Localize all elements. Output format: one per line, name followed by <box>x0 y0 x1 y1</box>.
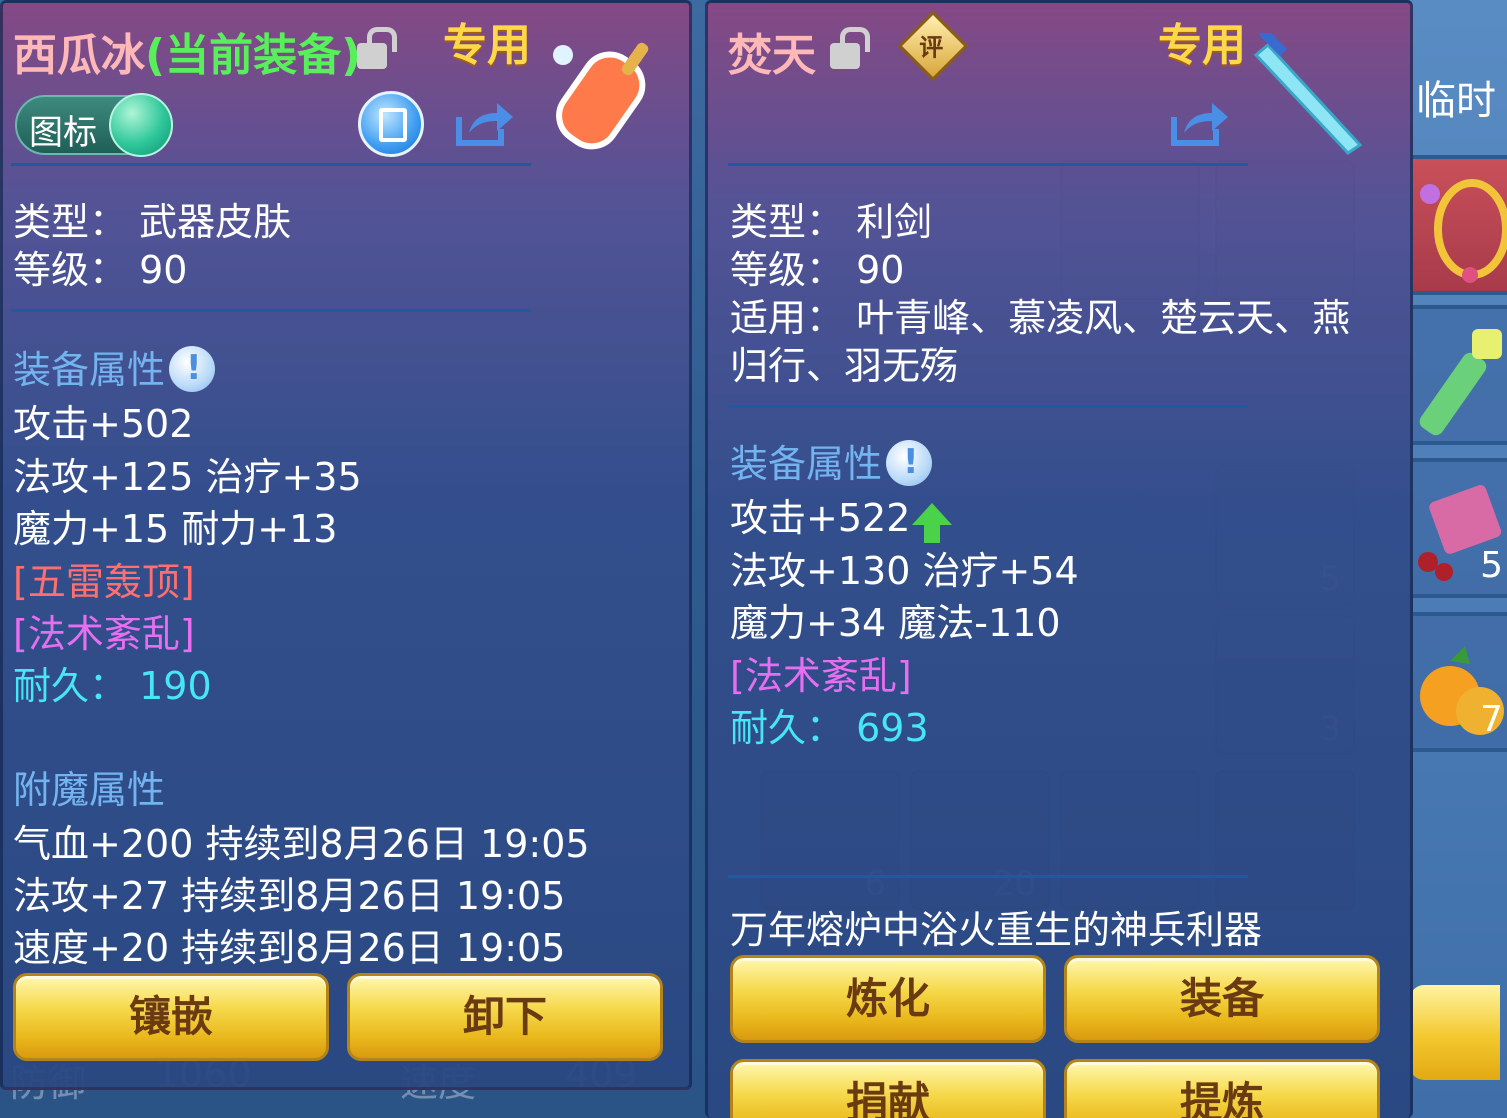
up-arrow-icon <box>912 503 953 543</box>
divider <box>11 309 531 312</box>
item-name: 焚天 <box>728 30 816 81</box>
lock-open-icon[interactable] <box>830 27 870 69</box>
popsicle-weapon-skin-icon <box>553 42 649 150</box>
stat-line: 攻击+502 <box>13 402 194 446</box>
durability: 耐久： 190 <box>13 655 212 710</box>
inventory-slot-gift[interactable]: 5 <box>1410 458 1507 598</box>
stat-line: 魔力+15 耐力+13 <box>13 507 338 551</box>
item-applicable-cont: 归行、羽无殇 <box>730 344 959 388</box>
exclusive-tag: 专用 <box>1158 20 1246 71</box>
item-name: 西瓜冰 <box>13 30 145 81</box>
exclusive-tag: 专用 <box>443 20 531 71</box>
special-effect: [法术紊乱] <box>13 612 195 656</box>
info-icon[interactable] <box>169 345 216 392</box>
attributes-header-label: 装备属性 <box>13 348 166 392</box>
inlay-button[interactable]: 镶嵌 <box>13 973 329 1061</box>
share-icon[interactable] <box>1170 99 1230 147</box>
attack-stat: 攻击+522 <box>730 496 911 540</box>
toggle-knob <box>109 93 173 157</box>
strip-action-button[interactable] <box>1410 985 1500 1080</box>
stat-line: 攻击+522 <box>730 487 953 543</box>
special-effect: [法术紊乱] <box>730 654 912 698</box>
divider <box>11 163 531 166</box>
extract-button[interactable]: 提炼 <box>1064 1059 1380 1118</box>
donate-button[interactable]: 捐献 <box>730 1059 1046 1118</box>
wardrobe-icon <box>379 108 407 142</box>
enchant-line: 气血+200 持续到8月26日 19:05 <box>13 822 590 866</box>
enchant-line: 速度+20 持续到8月26日 19:05 <box>13 926 566 970</box>
durability: 耐久： 693 <box>730 697 929 752</box>
current-equipped-tag: (当前装备) <box>145 30 362 81</box>
attributes-header: 装备属性 <box>13 339 216 396</box>
compare-item-panel: 焚天 评 专用 类型： 利剑 等级： 90 适用： 叶青峰、慕凌风、楚云天、燕 … <box>705 0 1413 1118</box>
necklace-icon <box>1420 179 1507 283</box>
item-description: 万年熔炉中浴火重生的神兵利器 <box>730 908 1263 952</box>
enchant-header: 附魔属性 <box>13 768 166 812</box>
info-icon[interactable] <box>886 439 933 486</box>
inventory-slot-orange[interactable]: 7 <box>1410 612 1507 752</box>
ice-sword-icon <box>1253 33 1363 155</box>
item-applicable: 适用： 叶青峰、慕凌风、楚云天、燕 <box>730 296 1351 340</box>
durability-value: 190 <box>139 664 212 708</box>
lock-open-icon[interactable] <box>357 27 397 69</box>
stat-line: 法攻+125 治疗+35 <box>13 455 362 499</box>
share-icon[interactable] <box>455 99 515 147</box>
divider <box>728 163 1248 166</box>
stat-line: 法攻+130 治疗+54 <box>730 549 1079 593</box>
durability-label: 耐久： <box>13 664 128 708</box>
enchant-line: 法攻+27 持续到8月26日 19:05 <box>13 874 566 918</box>
temp-tab-label[interactable]: 临时 <box>1416 68 1496 126</box>
temp-inventory-strip: 临时 5 7 <box>1410 0 1507 1118</box>
unequip-button[interactable]: 卸下 <box>347 973 663 1061</box>
attributes-header-label: 装备属性 <box>730 442 883 486</box>
scroll-icon <box>1419 329 1502 436</box>
equip-button[interactable]: 装备 <box>1064 955 1380 1043</box>
wardrobe-button[interactable] <box>358 91 424 157</box>
toggle-label: 图标 <box>29 113 97 153</box>
refine-button[interactable]: 炼化 <box>730 955 1046 1043</box>
rate-button[interactable]: 评 <box>897 10 969 82</box>
item-level: 等级： 90 <box>13 248 188 292</box>
attributes-header: 装备属性 <box>730 433 933 490</box>
item-level: 等级： 90 <box>730 248 905 292</box>
stat-line: 魔力+34 魔法-110 <box>730 601 1061 645</box>
special-effect: [五雷轰顶] <box>13 560 195 604</box>
icon-toggle[interactable]: 图标 <box>15 93 173 157</box>
item-type: 类型： 利剑 <box>730 200 933 244</box>
item-type: 类型： 武器皮肤 <box>13 200 292 244</box>
durability-label: 耐久： <box>730 706 845 750</box>
item-title: 西瓜冰(当前装备) <box>13 19 361 83</box>
equipped-item-panel: 西瓜冰(当前装备) 专用 图标 类型： 武器皮肤 等级： 90 装备属性 攻击+… <box>0 0 692 1090</box>
divider <box>728 405 1248 408</box>
inventory-slot-necklace[interactable] <box>1410 155 1507 295</box>
durability-value: 693 <box>856 706 929 750</box>
rate-icon: 评 <box>919 33 944 62</box>
inventory-slot-scroll[interactable] <box>1410 305 1507 445</box>
divider <box>728 875 1248 878</box>
